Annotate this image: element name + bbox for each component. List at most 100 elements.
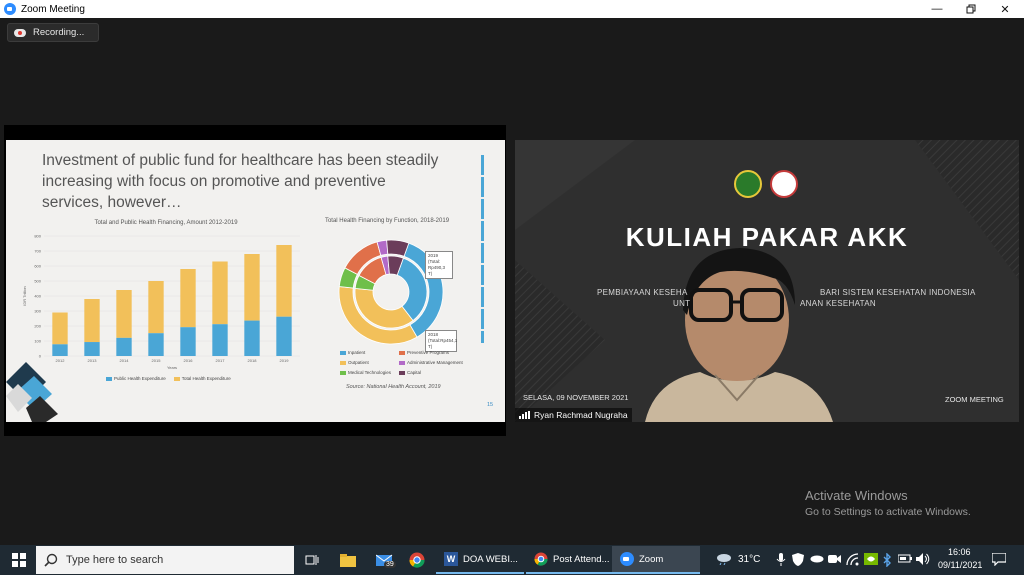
onedrive-tray-icon[interactable] [810, 554, 824, 566]
temperature: 31°C [738, 554, 761, 565]
bar-total [212, 261, 228, 325]
banner-footer-label: ZOOM MEETING [945, 395, 1004, 404]
bar-total [52, 312, 68, 345]
search-placeholder: Type here to search [66, 554, 164, 566]
search-icon [44, 553, 58, 567]
task-view-button[interactable] [302, 545, 322, 575]
legend-preventive-label: Preventive Programs [407, 350, 450, 355]
y-tick-label: 500 [34, 279, 41, 284]
bar-public [116, 337, 132, 356]
chrome-button[interactable] [406, 545, 428, 575]
swatch-medtech [340, 370, 346, 375]
clock-date[interactable]: 09/11/2021 [938, 560, 982, 570]
bar-public [52, 344, 68, 356]
donut-legend-capital: Capital [399, 370, 421, 375]
battery-tray-icon[interactable] [897, 554, 912, 566]
y-tick-label: 600 [34, 264, 41, 269]
donut-legend-inpatient: Inpatient [340, 350, 365, 355]
bar-legend: Public Health Expenditure Total Health E… [106, 376, 231, 381]
x-tick-label: 2013 [88, 358, 98, 363]
zoom-app-icon [4, 3, 16, 15]
x-axis-label: Years [167, 365, 177, 370]
network-tray-icon[interactable] [846, 553, 859, 569]
bar-total [276, 245, 292, 317]
y-tick-label: 100 [34, 339, 41, 344]
bar-public [84, 342, 100, 356]
banner-subtitle-1b: BARI SISTEM KESEHATAN INDONESIA [820, 288, 976, 297]
weather-widget[interactable] [716, 553, 732, 568]
shield-tray-icon[interactable] [792, 553, 804, 569]
x-tick-label: 2017 [216, 358, 226, 363]
activate-windows-title: Activate Windows [805, 488, 908, 503]
zoom-icon [620, 552, 634, 566]
volume-tray-icon[interactable] [916, 553, 930, 568]
legend-outpatient-label: Outpatient [348, 360, 369, 365]
maximize-button[interactable] [954, 0, 988, 18]
bar-public [212, 324, 228, 356]
y-tick-label: 400 [34, 294, 41, 299]
y-tick-label: 200 [34, 324, 41, 329]
nvidia-tray-icon[interactable] [864, 553, 878, 568]
legend-swatch-total [173, 376, 180, 381]
windows-taskbar: Type here to search 39 W DOA WEBI... Pos… [0, 545, 1024, 575]
legend-public-label: Public Health Expenditure [114, 376, 166, 381]
legend-swatch-public [106, 376, 112, 381]
legend-total-label: Total Health Expenditure [181, 376, 231, 381]
shared-slide: Investment of public fund for healthcare… [6, 140, 505, 422]
speaker-video-tile[interactable]: KULIAH PAKAR AKK PEMBIAYAAN KESEHA BARI … [515, 140, 1019, 422]
bar-total [116, 290, 132, 338]
taskbar-app-zoom[interactable]: Zoom [612, 546, 700, 574]
file-explorer-button[interactable] [338, 545, 358, 575]
x-tick-label: 2016 [184, 358, 194, 363]
bar-chart: 0 100 200 300 400 500 600 700 800 IDR Trillion 201… [22, 234, 300, 370]
slide-title: Investment of public fund for healthcare… [42, 152, 439, 211]
signal-bars-icon [519, 411, 530, 419]
zoom-tray-icon[interactable] [828, 554, 841, 567]
microphone-tray-icon[interactable] [776, 553, 786, 569]
bar-total [84, 299, 100, 343]
swatch-capital [399, 370, 405, 375]
taskbar-app-zoom-label: Zoom [639, 553, 664, 565]
donut-chart-title: Total Health Financing by Function, 2018… [324, 218, 450, 224]
mail-badge: 39 [384, 561, 396, 568]
callout-2019: 2019 (Total: Rp490,3 T) [425, 251, 453, 279]
bar-total [148, 281, 164, 334]
bluetooth-tray-icon[interactable] [882, 552, 892, 570]
participant-name-tag: Ryan Rachmad Nugraha [515, 408, 632, 422]
taskbar-app-word[interactable]: W DOA WEBI... [436, 546, 524, 574]
bar-public [148, 333, 164, 356]
recording-indicator[interactable]: Recording... [7, 23, 99, 42]
window-title: Zoom Meeting [21, 3, 85, 15]
donut-legend-admin: Administrative Management [399, 360, 463, 365]
clock-time[interactable]: 16:06 [948, 547, 971, 557]
title-bar: Zoom Meeting — ✕ [0, 0, 1024, 18]
speaker-background [515, 140, 1019, 422]
activate-windows-subtitle: Go to Settings to activate Windows. [805, 506, 971, 518]
donut-legend-preventive: Preventive Programs [399, 350, 449, 355]
bar-public [276, 316, 292, 356]
word-icon: W [444, 552, 458, 566]
legend-medtech-label: Medical Technologies [348, 370, 391, 375]
donut-legend-outpatient: Outpatient [340, 360, 369, 365]
y-axis-label: IDR Trillion [22, 286, 27, 306]
y-tick-label: 800 [34, 234, 41, 239]
close-button[interactable]: ✕ [988, 0, 1022, 18]
chrome-window-icon [534, 552, 548, 566]
cloud-record-icon [14, 28, 26, 37]
start-button[interactable] [8, 545, 30, 575]
taskbar-app-chrome-label: Post Attend... [553, 553, 610, 565]
notifications-button[interactable] [991, 552, 1007, 569]
notification-icon [991, 552, 1007, 567]
slide-side-bar [481, 155, 484, 343]
cloud-rain-icon [717, 554, 731, 566]
taskbar-app-chrome[interactable]: Post Attend... [526, 546, 614, 574]
donut-legend-medtech: Medical Technologies [340, 370, 391, 375]
banner-subtitle-2b: ANAN KESEHATAN [800, 299, 876, 308]
bar-public [180, 327, 196, 356]
task-view-icon [305, 555, 319, 565]
minimize-button[interactable]: — [920, 0, 954, 18]
taskbar-search-input[interactable]: Type here to search [36, 546, 294, 574]
windows-logo-icon [12, 553, 26, 567]
banner-title: KULIAH PAKAR AKK [625, 222, 909, 252]
mail-button[interactable]: 39 [372, 545, 398, 575]
